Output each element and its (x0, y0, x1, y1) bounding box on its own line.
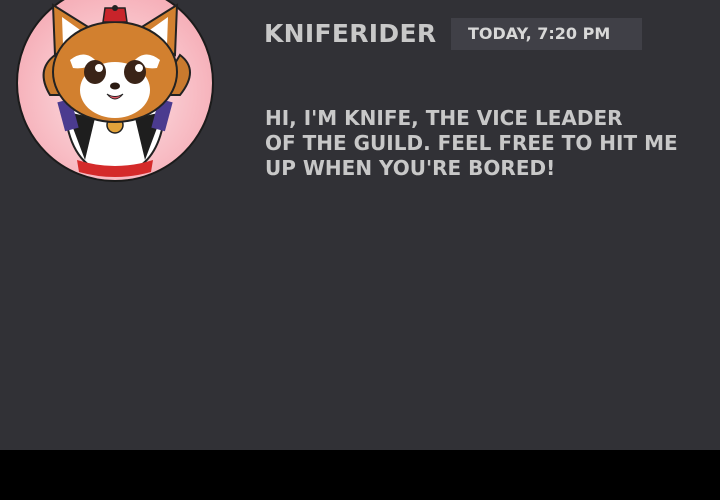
red-panda-avatar-icon (16, 0, 214, 182)
user-avatar[interactable] (15, 0, 215, 182)
username[interactable]: KNIFERIDER (264, 18, 436, 50)
message-line: UP WHEN YOU'RE BORED! (265, 156, 556, 180)
timestamp-badge: TODAY, 7:20 PM (451, 18, 642, 50)
message-line: OF THE GUILD. FEEL FREE TO HIT ME (265, 131, 678, 155)
message-text: HI, I'M KNIFE, THE VICE LEADER OF THE GU… (265, 106, 705, 181)
message-line: HI, I'M KNIFE, THE VICE LEADER (265, 106, 623, 130)
chat-post-panel: KNIFERIDER TODAY, 7:20 PM HI, I'M KNIFE,… (0, 0, 720, 450)
